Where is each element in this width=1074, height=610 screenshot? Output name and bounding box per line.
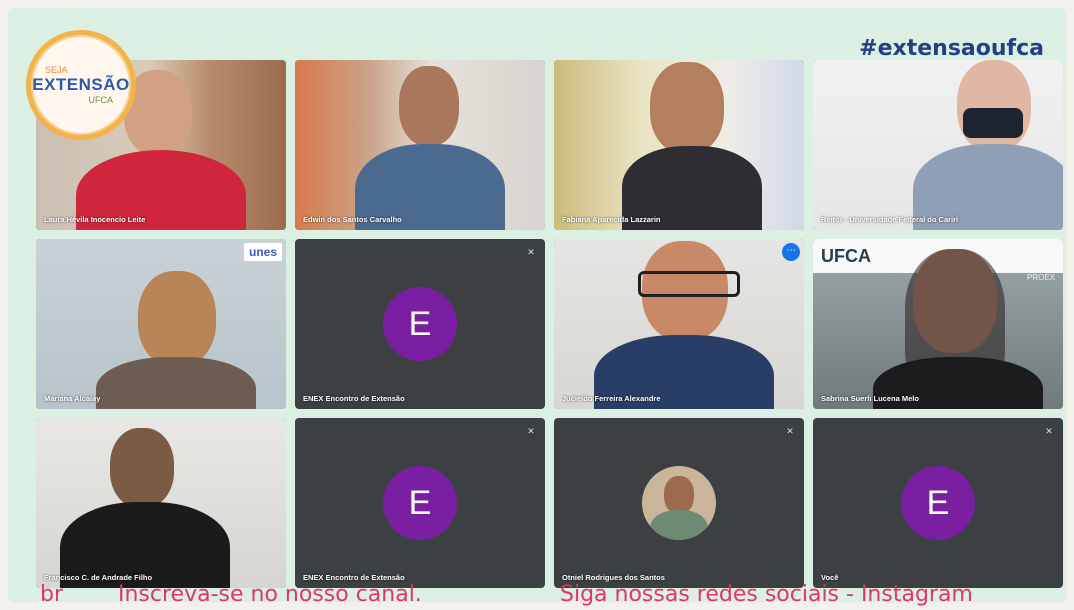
- mic-off-icon: ✕: [786, 426, 794, 436]
- participant-tile[interactable]: ✕ E ENEX Encontro de Extensão: [295, 239, 545, 409]
- participant-name: Fabiana Aparecida Lazzarin: [562, 215, 661, 224]
- participant-name: Reitor - Universidade Federal do Cariri: [821, 215, 959, 224]
- participant-tile[interactable]: Edwin dos Santos Carvalho: [295, 60, 545, 230]
- mic-off-icon: ✕: [1045, 426, 1053, 436]
- participant-name: Edwin dos Santos Carvalho: [303, 215, 402, 224]
- mic-off-icon: ✕: [268, 426, 276, 436]
- mic-off-icon: ✕: [527, 426, 535, 436]
- logo-line2: EXTENSÃO: [32, 75, 130, 94]
- seja-extensao-logo: SEJA EXTENSÃO UFCA: [26, 30, 136, 140]
- unes-badge: unes: [243, 243, 282, 261]
- participant-name: Jucieldo Ferreira Alexandre: [562, 394, 661, 403]
- hashtag-label: #extensaoufca: [859, 36, 1044, 61]
- participant-name: Sabrina Suerli Lucena Melo: [821, 394, 919, 403]
- proex-label: PROEX: [1026, 273, 1055, 282]
- mic-off-icon: ✕: [527, 247, 535, 257]
- ticker-part1: br: [40, 582, 64, 607]
- participant-tile[interactable]: ⋯ Jucieldo Ferreira Alexandre: [554, 239, 804, 409]
- participant-tile[interactable]: Reitor - Universidade Federal do Cariri: [813, 60, 1063, 230]
- participant-tile[interactable]: Fabiana Aparecida Lazzarin: [554, 60, 804, 230]
- ticker-part2: Inscreva-se no nosso canal.: [118, 582, 422, 607]
- participant-tile[interactable]: ✕ Francisco C. de Andrade Filho: [36, 418, 286, 588]
- participant-tile[interactable]: ✕ E Você: [813, 418, 1063, 588]
- participant-tile[interactable]: UFCA PROEX Sabrina Suerli Lucena Melo: [813, 239, 1063, 409]
- news-ticker: br Inscreva-se no nosso canal. Siga noss…: [0, 576, 1074, 610]
- logo-line3: UFCA: [88, 95, 114, 105]
- participant-name: Laura Hévila Inocencio Leite: [44, 215, 146, 224]
- avatar: E: [901, 466, 975, 540]
- ticker-part3: Siga nossas redes sociais - Instagram: [560, 582, 973, 607]
- avatar: [642, 466, 716, 540]
- participant-tile[interactable]: ✕ Otniel Rodrigues dos Santos: [554, 418, 804, 588]
- logo-line1: SEJA: [45, 65, 68, 75]
- avatar: E: [383, 287, 457, 361]
- participant-tile[interactable]: unes Mariana Alcalay: [36, 239, 286, 409]
- participant-tile[interactable]: ✕ E ENEX Encontro de Extensão: [295, 418, 545, 588]
- avatar: E: [383, 466, 457, 540]
- participants-grid: Laura Hévila Inocencio Leite Edwin dos S…: [36, 60, 1063, 588]
- participant-name: ENEX Encontro de Extensão: [303, 394, 405, 403]
- participant-name: Mariana Alcalay: [44, 394, 101, 403]
- more-options-icon[interactable]: ⋯: [782, 243, 800, 261]
